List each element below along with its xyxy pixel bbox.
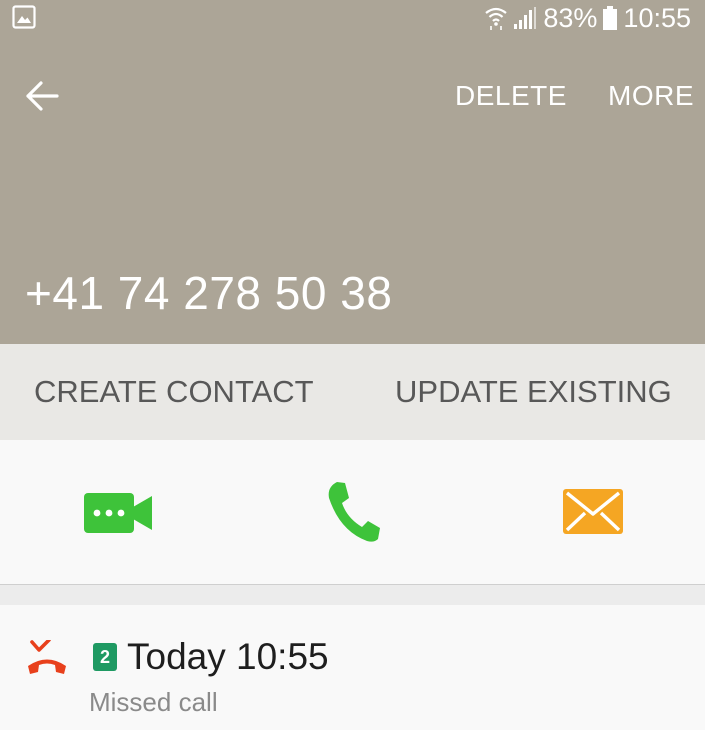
video-call-icon[interactable] <box>84 493 152 533</box>
battery-icon <box>603 6 618 30</box>
signal-icon <box>513 6 537 30</box>
wifi-icon <box>485 6 508 30</box>
create-contact-button[interactable]: CREATE CONTACT <box>34 374 314 410</box>
update-existing-button[interactable]: UPDATE EXISTING <box>395 374 672 410</box>
more-button[interactable]: MORE <box>608 80 694 112</box>
phone-icon[interactable] <box>325 480 381 544</box>
section-divider <box>0 585 705 605</box>
status-bar: 83% 10:55 <box>0 0 705 36</box>
sim-badge: 2 <box>93 643 117 671</box>
delete-button[interactable]: DELETE <box>455 80 567 112</box>
phone-number: +41 74 278 50 38 <box>25 267 393 319</box>
gallery-icon <box>12 5 36 29</box>
call-log-type: Missed call <box>89 687 218 717</box>
contact-header: 83% 10:55 DELETE MORE +41 74 278 50 38 <box>0 0 705 344</box>
battery-percent: 83% <box>543 2 598 33</box>
message-icon[interactable] <box>563 489 623 534</box>
back-arrow-icon[interactable] <box>24 78 60 114</box>
status-time: 10:55 <box>623 2 691 33</box>
missed-call-icon <box>26 638 68 676</box>
call-log-time: Today 10:55 <box>127 636 329 677</box>
